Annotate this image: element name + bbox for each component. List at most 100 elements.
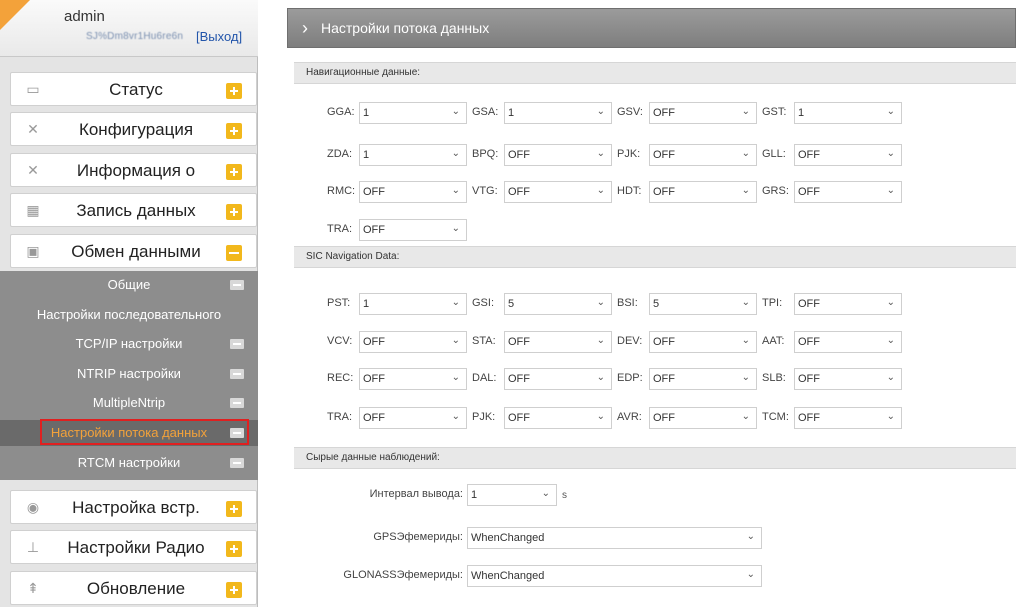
expand-icon[interactable] <box>226 501 242 517</box>
field-select[interactable]: 1 ⌄ <box>467 484 557 506</box>
chevron-down-icon: ⌄ <box>451 106 460 117</box>
chevron-down-icon: ⌄ <box>886 297 895 308</box>
field-select[interactable]: OFF ⌄ <box>794 181 902 203</box>
collapse-icon[interactable] <box>226 245 242 261</box>
field-select[interactable]: OFF ⌄ <box>504 331 612 353</box>
menu-item-3[interactable]: ✕ Информация о <box>10 153 257 187</box>
select-value: OFF <box>653 149 675 161</box>
select-value: OFF <box>653 373 675 385</box>
field-select[interactable]: OFF ⌄ <box>649 102 757 124</box>
output-interval-field: Интервал вывода: 1 ⌄ s <box>287 484 787 506</box>
submenu-label: RTCM настройки <box>77 454 181 470</box>
select-value: 1 <box>363 298 370 310</box>
field-gll: GLL: OFF ⌄ <box>762 144 904 166</box>
select-value: OFF <box>653 336 675 348</box>
field-select[interactable]: 1 ⌄ <box>359 293 467 315</box>
menu-item-5[interactable]: ▣ Обмен данными <box>10 234 257 268</box>
field-select[interactable]: 1 ⌄ <box>794 102 902 124</box>
expand-icon[interactable] <box>226 83 242 99</box>
field-select[interactable]: WhenChanged ⌄ <box>467 527 762 549</box>
submenu-item-1[interactable]: Общие <box>0 272 258 298</box>
wrench-icon: ✕ <box>27 121 39 137</box>
field-select[interactable]: WhenChanged ⌄ <box>467 565 762 587</box>
field-select[interactable]: OFF ⌄ <box>504 144 612 166</box>
field-select[interactable]: OFF ⌄ <box>794 331 902 353</box>
chevron-down-icon: ⌄ <box>886 335 895 346</box>
field-label: GRS: <box>762 185 789 197</box>
field-hdt: HDT: OFF ⌄ <box>617 181 759 203</box>
menu-item-8[interactable]: ⇞ Обновление <box>10 571 257 605</box>
field-select[interactable]: OFF ⌄ <box>649 407 757 429</box>
submenu-item-2[interactable]: Настройки последовательного <box>0 302 258 328</box>
field-label: EDP: <box>617 372 643 384</box>
chevron-down-icon: ⌄ <box>596 411 605 422</box>
submenu-item-4[interactable]: NTRIP настройки <box>0 361 258 387</box>
field-select[interactable]: OFF ⌄ <box>359 181 467 203</box>
field-select[interactable]: OFF ⌄ <box>794 368 902 390</box>
chevron-down-icon: ⌄ <box>596 335 605 346</box>
field-label: REC: <box>327 372 354 384</box>
field-select[interactable]: OFF ⌄ <box>649 181 757 203</box>
field-select[interactable]: OFF ⌄ <box>649 331 757 353</box>
menu-label: Запись данных <box>76 201 196 220</box>
menu-item-7[interactable]: ⊥ Настройки Радио <box>10 530 257 564</box>
chevron-down-icon: ⌄ <box>741 148 750 159</box>
chevron-down-icon: ⌄ <box>451 372 460 383</box>
minus-icon <box>230 280 244 290</box>
field-label: DEV: <box>617 335 643 347</box>
submenu-item-3[interactable]: TCP/IP настройки <box>0 331 258 357</box>
minus-icon <box>230 339 244 350</box>
submenu-label: TCP/IP настройки <box>75 336 183 352</box>
menu-item-6[interactable]: ◉ Настройка встр. <box>10 490 257 524</box>
expand-icon[interactable] <box>226 204 242 220</box>
expand-icon[interactable] <box>226 541 242 557</box>
menu-label: Конфигурация <box>78 120 194 139</box>
menu-label: Информация о <box>76 161 196 180</box>
submenu-label: Общие <box>107 277 151 292</box>
field-select[interactable]: OFF ⌄ <box>649 144 757 166</box>
field-label: RMC: <box>327 185 356 197</box>
field-select[interactable]: OFF ⌄ <box>649 368 757 390</box>
field-select[interactable]: OFF ⌄ <box>504 368 612 390</box>
field-select[interactable]: 1 ⌄ <box>359 102 467 124</box>
field-select[interactable]: 5 ⌄ <box>649 293 757 315</box>
chevron-down-icon: ⌄ <box>746 569 755 580</box>
chevron-down-icon: ⌄ <box>451 223 460 234</box>
field-label: GPSЭфемериды: <box>373 531 463 543</box>
field-select[interactable]: OFF ⌄ <box>359 407 467 429</box>
chevron-down-icon: ⌄ <box>596 148 605 159</box>
field-label: BSI: <box>617 297 638 309</box>
field-select[interactable]: OFF ⌄ <box>794 144 902 166</box>
menu-item-4[interactable]: ▦ Запись данных <box>10 193 257 227</box>
select-value: OFF <box>363 412 385 424</box>
field-select[interactable]: OFF ⌄ <box>359 331 467 353</box>
chevron-down-icon: ⌄ <box>741 335 750 346</box>
expand-icon[interactable] <box>226 582 242 598</box>
submenu-label: MultipleNtrip <box>92 395 166 411</box>
chevron-down-icon: ⌄ <box>451 148 460 159</box>
field-select[interactable]: 1 ⌄ <box>504 102 612 124</box>
field-select[interactable]: OFF ⌄ <box>794 407 902 429</box>
menu-item-1[interactable]: ▭ Статус <box>10 72 257 106</box>
submenu-item-5[interactable]: MultipleNtrip <box>0 390 258 416</box>
field-select[interactable]: OFF ⌄ <box>504 407 612 429</box>
expand-icon[interactable] <box>226 123 242 139</box>
menu-item-2[interactable]: ✕ Конфигурация <box>10 112 257 146</box>
field-select[interactable]: 5 ⌄ <box>504 293 612 315</box>
globe-icon: ◉ <box>26 499 40 515</box>
field-select[interactable]: OFF ⌄ <box>359 368 467 390</box>
field-select[interactable]: OFF ⌄ <box>359 219 467 241</box>
expand-icon[interactable] <box>226 164 242 180</box>
select-value: OFF <box>508 412 530 424</box>
interval-unit: s <box>562 490 567 501</box>
field-select[interactable]: OFF ⌄ <box>504 181 612 203</box>
chevron-down-icon: ⌄ <box>886 372 895 383</box>
logout-link[interactable]: [Выход] <box>196 29 242 44</box>
field-select[interactable]: OFF ⌄ <box>794 293 902 315</box>
corner-ribbon <box>0 0 30 30</box>
field-label: GGA: <box>327 106 355 118</box>
sidebar: admin SJ%Dm8vr1Hu6re6n [Выход] Общие Наст… <box>0 0 258 607</box>
submenu-item-7[interactable]: RTCM настройки <box>0 450 258 476</box>
field-select[interactable]: 1 ⌄ <box>359 144 467 166</box>
chevron-down-icon: ⌄ <box>886 411 895 422</box>
